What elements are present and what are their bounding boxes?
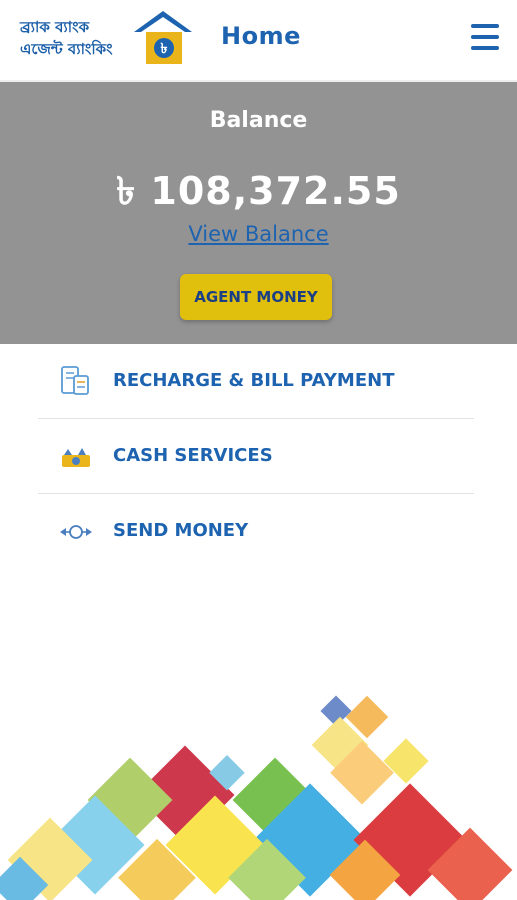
hamburger-menu-icon[interactable] [465,20,505,56]
send-money-icon [60,525,92,539]
menu-item-cash-services[interactable]: CASH SERVICES [38,419,474,494]
menu-item-label: RECHARGE & BILL PAYMENT [113,370,395,391]
balance-amount: ৳ 108,372.55 [116,169,401,213]
cash-basket-icon [62,448,90,467]
menu-item-send-money[interactable]: SEND MONEY [38,494,474,568]
menu-item-label: CASH SERVICES [113,445,273,466]
brac-bank-agent-banking-logo: ব্র্যাক ব্যাংক এজেন্ট ব্যাংকিং ৳ [12,8,196,70]
menu-bar [471,24,499,28]
logo-text-line2: এজেন্ট ব্যাংকিং [20,40,113,58]
view-balance-link[interactable]: View Balance [0,222,517,246]
menu-bar [471,35,499,39]
app-header: ব্র্যাক ব্যাংক এজেন্ট ব্যাংকিং ৳ Home [0,0,517,82]
page-title: Home [221,22,301,50]
decorative-tiles-graphic [0,695,513,900]
menu-item-label: SEND MONEY [113,520,249,541]
service-menu-list: RECHARGE & BILL PAYMENT CASH SERVICES SE… [38,344,474,568]
recharge-bill-icon [61,366,89,395]
agent-money-button[interactable]: AGENT MONEY [180,274,332,320]
house-logo-icon: ৳ [134,11,192,64]
balance-panel: Balance ৳ 108,372.55 View Balance AGENT … [0,82,517,344]
menu-item-recharge-bill-payment[interactable]: RECHARGE & BILL PAYMENT [38,344,474,419]
balance-label: Balance [209,108,308,133]
menu-bar [471,46,499,50]
svg-text:৳: ৳ [161,41,168,57]
